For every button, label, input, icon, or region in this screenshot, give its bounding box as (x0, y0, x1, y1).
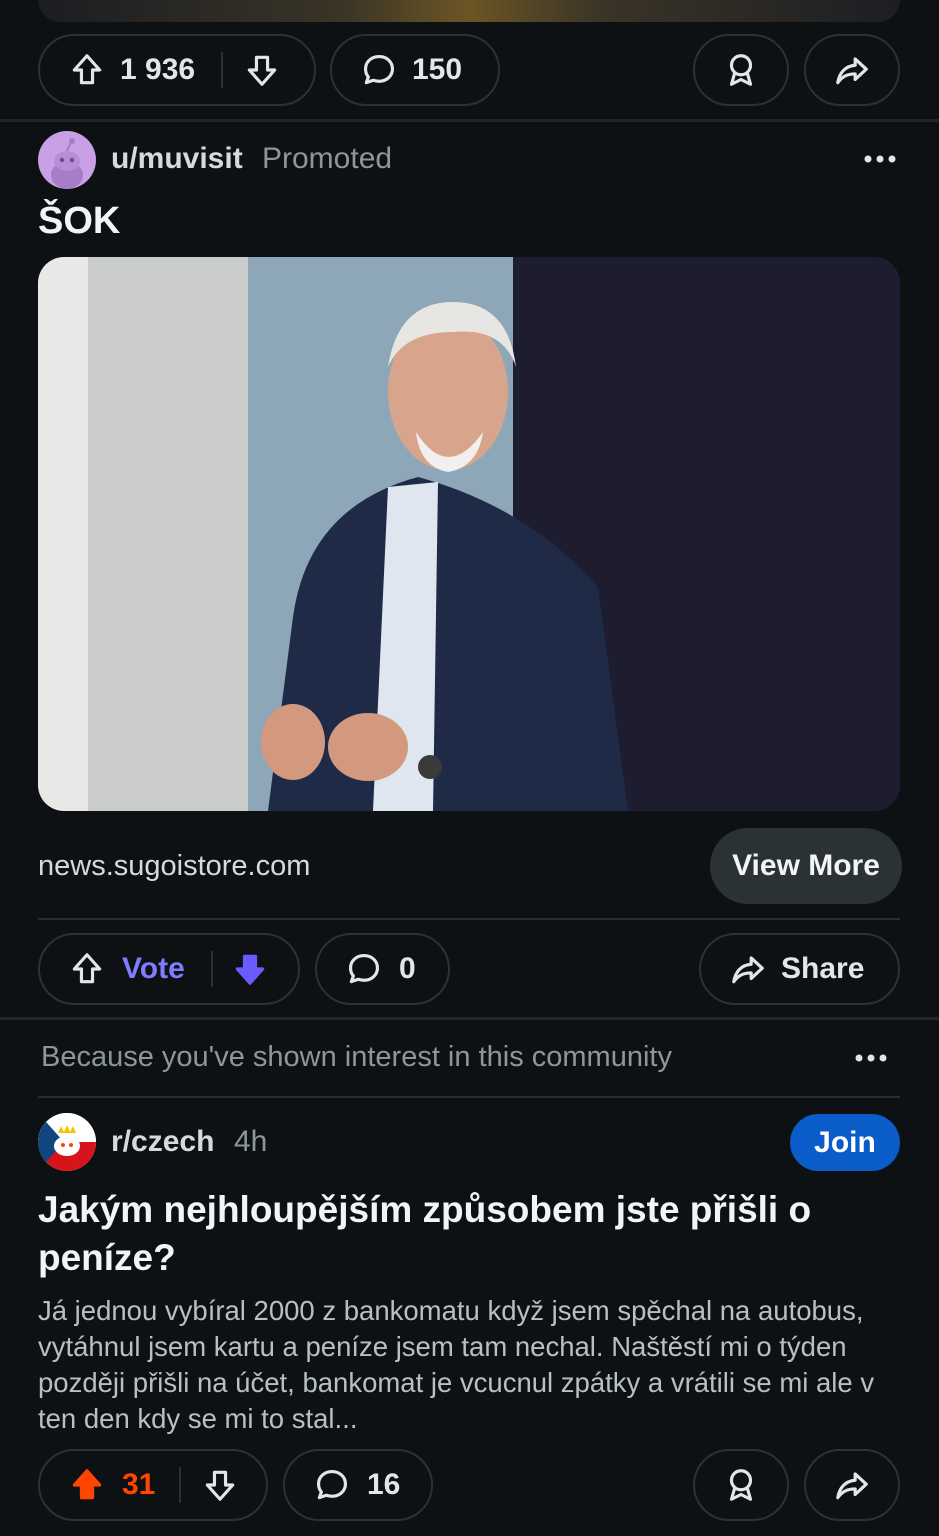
comment-count: 0 (399, 952, 416, 985)
promoted-vote-pill: Vote (38, 933, 300, 1005)
vote-divider (221, 52, 224, 88)
share-label: Share (781, 952, 865, 985)
award-icon (722, 51, 760, 89)
avatar-icon (38, 1113, 96, 1171)
award-icon (722, 1466, 760, 1504)
comment-count: 150 (412, 53, 463, 86)
subreddit-name[interactable]: r/czech (111, 1125, 214, 1159)
avatar[interactable] (38, 131, 96, 189)
downvote-icon[interactable] (231, 950, 269, 988)
community-vote-pill: 31 (38, 1449, 268, 1521)
downvote-icon[interactable] (243, 51, 281, 89)
comment-icon (360, 51, 398, 89)
top-award-button[interactable] (693, 34, 789, 106)
top-vote-pill: 1 936 (38, 34, 316, 106)
comment-icon (313, 1466, 351, 1504)
ad-domain-link[interactable]: news.sugoistore.com (38, 850, 310, 883)
share-icon (833, 51, 871, 89)
view-more-button[interactable]: View More (710, 828, 902, 904)
post-separator (0, 119, 939, 122)
promoted-share-button[interactable]: Share (699, 933, 900, 1005)
previous-post-image[interactable] (38, 0, 900, 22)
recommendation-more-button[interactable] (853, 1049, 889, 1072)
more-icon (864, 155, 896, 163)
comment-icon (345, 950, 383, 988)
downvote-icon[interactable] (201, 1466, 239, 1504)
join-button[interactable]: Join (790, 1114, 900, 1171)
post-age: 4h (234, 1125, 268, 1158)
post-username[interactable]: u/muvisit (111, 142, 243, 176)
more-options-button[interactable] (862, 150, 898, 173)
card-divider (38, 918, 900, 920)
share-icon (729, 950, 767, 988)
vote-divider (179, 1467, 182, 1503)
community-share-button[interactable] (804, 1449, 900, 1521)
upvote-icon[interactable] (68, 51, 106, 89)
top-share-button[interactable] (804, 34, 900, 106)
view-more-label: View More (732, 849, 880, 882)
subreddit-avatar[interactable] (38, 1113, 96, 1171)
community-award-button[interactable] (693, 1449, 789, 1521)
community-post-body[interactable]: Já jednou vybíral 2000 z bankomatu když … (38, 1293, 900, 1437)
share-icon (833, 1466, 871, 1504)
section-divider (38, 1096, 900, 1098)
avatar-icon (51, 138, 83, 189)
community-comments-button[interactable]: 16 (283, 1449, 433, 1521)
community-post-title[interactable]: Jakým nejhloupějším způsobem jste přišli… (38, 1186, 878, 1282)
upvote-count: 1 936 (120, 53, 196, 86)
promoted-image[interactable] (38, 257, 900, 811)
vote-divider (210, 951, 213, 987)
more-icon (855, 1054, 887, 1062)
post-separator (0, 1017, 939, 1020)
vote-label: Vote (122, 952, 185, 985)
upvote-icon[interactable] (68, 1466, 106, 1504)
post-title[interactable]: ŠOK (38, 200, 120, 243)
upvote-count: 31 (122, 1468, 156, 1501)
top-comments-button[interactable]: 150 (330, 34, 500, 106)
upvote-icon[interactable] (68, 950, 106, 988)
join-label: Join (814, 1125, 876, 1159)
promoted-tag: Promoted (262, 142, 393, 175)
comment-count: 16 (367, 1468, 401, 1501)
promoted-comments-button[interactable]: 0 (315, 933, 450, 1005)
recommendation-reason: Because you've shown interest in this co… (41, 1041, 672, 1073)
